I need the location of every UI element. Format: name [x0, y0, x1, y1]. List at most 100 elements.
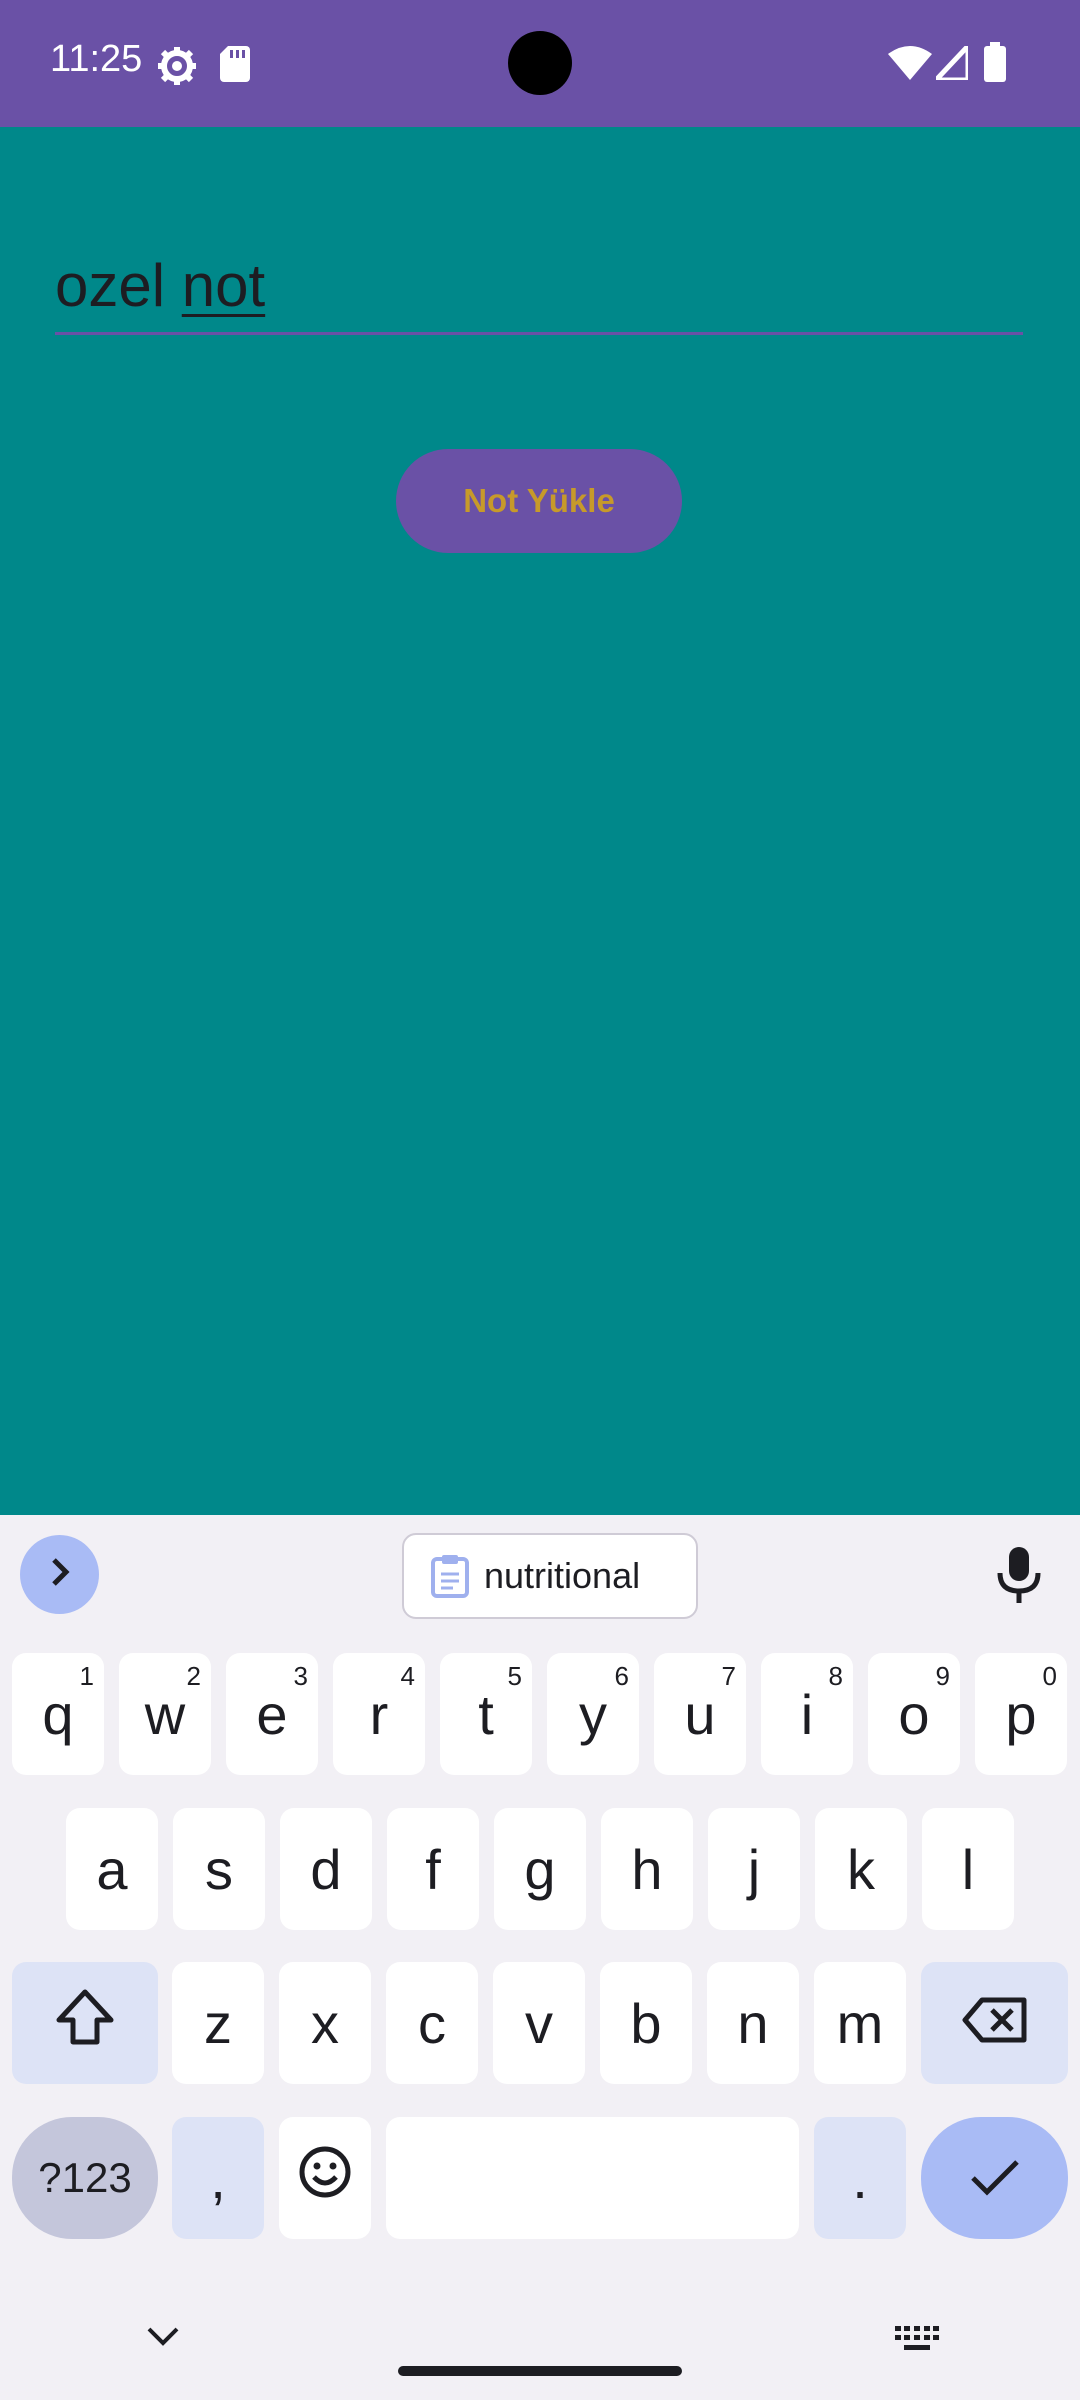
note-input-text[interactable]: ozel not: [55, 240, 265, 332]
key-w[interactable]: w2: [119, 1653, 211, 1775]
key-hint: 0: [1042, 1661, 1057, 1691]
key-label: c: [418, 1991, 446, 2055]
key-k[interactable]: k: [815, 1808, 907, 1930]
status-time: 11:25: [50, 38, 143, 80]
key-v[interactable]: v: [493, 1962, 585, 2084]
battery-icon: [984, 42, 1006, 87]
emoji-key[interactable]: [279, 2117, 371, 2239]
comma-key[interactable]: ,: [172, 2117, 264, 2239]
microphone-icon[interactable]: [995, 1545, 1043, 1610]
key-q[interactable]: q1: [12, 1653, 104, 1775]
note-text-plain: ozel: [55, 252, 182, 319]
key-j[interactable]: j: [708, 1808, 800, 1930]
space-key[interactable]: [386, 2117, 799, 2239]
checkmark-icon: [969, 2146, 1021, 2211]
shift-arrow-icon: [55, 1988, 115, 2059]
wifi-icon: [888, 46, 932, 85]
key-label: r: [369, 1682, 389, 1746]
key-label: g: [524, 1837, 556, 1901]
key-x[interactable]: x: [279, 1962, 371, 2084]
key-a[interactable]: a: [66, 1808, 158, 1930]
key-label: z: [204, 1991, 232, 2055]
key-b[interactable]: b: [600, 1962, 692, 2084]
signal-icon: [930, 39, 971, 85]
key-label: b: [630, 1991, 662, 2055]
key-g[interactable]: g: [494, 1808, 586, 1930]
key-i[interactable]: i8: [761, 1653, 853, 1775]
clipboard-suggestion-chip[interactable]: nutritional: [402, 1533, 698, 1619]
key-label: j: [747, 1837, 761, 1901]
key-label: f: [425, 1837, 441, 1901]
key-label: p: [1005, 1682, 1037, 1746]
load-note-button[interactable]: Not Yükle: [396, 449, 682, 553]
hide-keyboard-chevron-icon[interactable]: [146, 2326, 180, 2353]
key-c[interactable]: c: [386, 1962, 478, 2084]
expand-toolbar-button[interactable]: [20, 1535, 99, 1614]
key-e[interactable]: e3: [226, 1653, 318, 1775]
key-m[interactable]: m: [814, 1962, 906, 2084]
key-hint: 6: [614, 1661, 629, 1691]
key-n[interactable]: n: [707, 1962, 799, 2084]
key-t[interactable]: t5: [440, 1653, 532, 1775]
key-y[interactable]: y6: [547, 1653, 639, 1775]
key-hint: 7: [721, 1661, 736, 1691]
comma-key-label: ,: [210, 2146, 226, 2210]
sd-card-icon: [220, 46, 250, 87]
chevron-right-icon: [43, 1555, 77, 1594]
key-hint: 2: [186, 1661, 201, 1691]
key-label: n: [737, 1991, 769, 2055]
soft-keyboard: nutritional q1w2e3r4t5y6u7i8o9p0asdfghjk…: [0, 1515, 1080, 2400]
key-d[interactable]: d: [280, 1808, 372, 1930]
key-hint: 3: [293, 1661, 308, 1691]
key-r[interactable]: r4: [333, 1653, 425, 1775]
key-hint: 9: [935, 1661, 950, 1691]
backspace-key[interactable]: [921, 1962, 1068, 2084]
key-hint: 1: [79, 1661, 94, 1691]
symbols-key[interactable]: ?123: [12, 2117, 158, 2239]
key-label: l: [961, 1837, 975, 1901]
key-label: y: [579, 1682, 607, 1746]
load-note-button-label: Not Yükle: [463, 482, 615, 519]
navigation-bar: [0, 2270, 1080, 2400]
key-label: d: [310, 1837, 342, 1901]
key-l[interactable]: l: [922, 1808, 1014, 1930]
note-input[interactable]: ozel not: [55, 240, 1023, 335]
key-hint: 4: [400, 1661, 415, 1691]
backspace-icon: [962, 1991, 1028, 2056]
keyboard-switcher-icon[interactable]: [895, 2326, 939, 2357]
key-label: a: [96, 1837, 128, 1901]
note-text-composing: not: [181, 252, 266, 319]
key-z[interactable]: z: [172, 1962, 264, 2084]
settings-gear-icon: [157, 46, 197, 91]
key-u[interactable]: u7: [654, 1653, 746, 1775]
key-label: v: [525, 1991, 553, 2055]
shift-key[interactable]: [12, 1962, 158, 2084]
key-label: q: [42, 1682, 74, 1746]
key-f[interactable]: f: [387, 1808, 479, 1930]
key-label: s: [205, 1837, 233, 1901]
suggestion-text: nutritional: [484, 1555, 641, 1596]
period-key-label: .: [852, 2146, 868, 2210]
key-label: e: [256, 1682, 288, 1746]
key-s[interactable]: s: [173, 1808, 265, 1930]
status-bar: 11:25: [0, 0, 1080, 127]
done-key[interactable]: [921, 2117, 1068, 2239]
key-label: h: [631, 1837, 663, 1901]
key-o[interactable]: o9: [868, 1653, 960, 1775]
key-label: w: [144, 1682, 186, 1746]
main-content: ozel not Not Yükle: [0, 127, 1080, 1515]
key-label: k: [847, 1837, 875, 1901]
key-hint: 8: [828, 1661, 843, 1691]
period-key[interactable]: .: [814, 2117, 906, 2239]
home-gesture-pill[interactable]: [398, 2366, 682, 2376]
key-h[interactable]: h: [601, 1808, 693, 1930]
symbols-key-label: ?123: [38, 2154, 132, 2201]
key-label: t: [478, 1682, 494, 1746]
key-label: u: [684, 1682, 716, 1746]
clipboard-icon: [430, 1554, 470, 1598]
key-label: m: [836, 1991, 884, 2055]
key-label: x: [311, 1991, 339, 2055]
key-label: o: [898, 1682, 930, 1746]
emoji-icon: [298, 2145, 352, 2212]
key-p[interactable]: p0: [975, 1653, 1067, 1775]
